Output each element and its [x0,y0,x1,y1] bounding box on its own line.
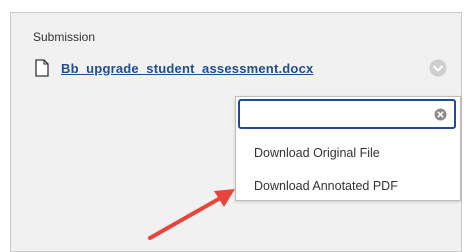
file-row: Bb_upgrade_student_assessment.docx [35,58,313,78]
download-annotated-pdf-item[interactable]: Download Annotated PDF [254,179,398,193]
menu-search-field[interactable] [238,99,456,129]
chevron-down-circle-icon[interactable] [429,59,447,77]
file-options-menu: Download Original File Download Annotate… [235,96,461,201]
submission-file-link[interactable]: Bb_upgrade_student_assessment.docx [61,61,313,76]
download-original-file-item[interactable]: Download Original File [254,146,380,160]
clear-x-circle-icon[interactable] [434,108,447,121]
submission-label: Submission [33,30,96,44]
document-icon [35,59,49,77]
annotation-arrow [148,189,235,240]
menu-search-input[interactable] [246,102,430,128]
